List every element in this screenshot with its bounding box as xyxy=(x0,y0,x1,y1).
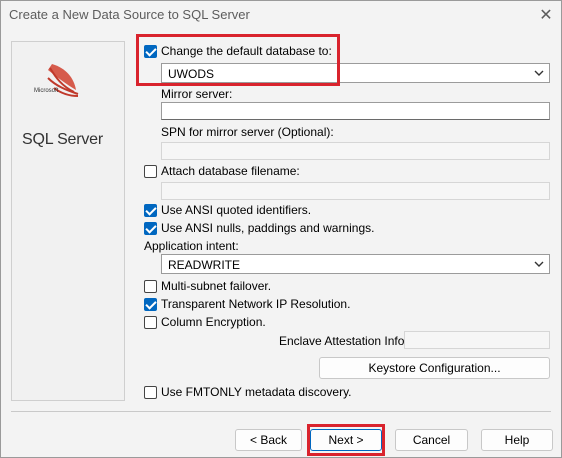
chevron-down-icon xyxy=(534,70,544,76)
cancel-button[interactable]: Cancel xyxy=(395,429,468,451)
keystore-config-button[interactable]: Keystore Configuration... xyxy=(319,357,550,379)
multi-subnet-label: Multi-subnet failover. xyxy=(161,279,272,293)
ansi-quoted-checkbox[interactable] xyxy=(144,204,157,217)
app-intent-label: Application intent: xyxy=(144,239,239,253)
highlight-next xyxy=(307,424,385,456)
app-intent-value: READWRITE xyxy=(168,258,240,272)
highlight-default-db xyxy=(136,34,340,86)
ansi-quoted-label: Use ANSI quoted identifiers. xyxy=(161,203,312,217)
enclave-input xyxy=(404,331,550,349)
title-bar: Create a New Data Source to SQL Server ✕ xyxy=(1,1,561,29)
microsoft-label: Microsoft xyxy=(34,88,59,94)
mirror-server-input[interactable] xyxy=(161,102,550,120)
tnir-checkbox[interactable] xyxy=(144,298,157,311)
attach-db-checkbox[interactable] xyxy=(144,165,157,178)
sql-server-logo-panel: Microsoft SQL Server xyxy=(11,41,125,401)
help-button[interactable]: Help xyxy=(481,429,553,451)
attach-db-label: Attach database filename: xyxy=(161,164,300,178)
enclave-label: Enclave Attestation Info: xyxy=(279,334,408,348)
mirror-server-label: Mirror server: xyxy=(161,87,233,101)
window-title: Create a New Data Source to SQL Server xyxy=(9,7,250,22)
spn-mirror-input xyxy=(161,142,550,160)
fmtonly-checkbox[interactable] xyxy=(144,386,157,399)
attach-db-input xyxy=(161,182,550,200)
column-encryption-label: Column Encryption. xyxy=(161,315,266,329)
spn-mirror-label: SPN for mirror server (Optional): xyxy=(161,125,334,139)
divider xyxy=(11,411,551,412)
ansi-nulls-checkbox[interactable] xyxy=(144,222,157,235)
multi-subnet-checkbox[interactable] xyxy=(144,280,157,293)
close-button[interactable]: ✕ xyxy=(533,3,559,27)
sql-server-label: SQL Server xyxy=(22,131,103,148)
column-encryption-checkbox[interactable] xyxy=(144,316,157,329)
tnir-label: Transparent Network IP Resolution. xyxy=(161,297,351,311)
back-button[interactable]: < Back xyxy=(235,429,302,451)
app-intent-combo[interactable]: READWRITE xyxy=(161,254,550,274)
close-icon: ✕ xyxy=(539,7,553,24)
chevron-down-icon xyxy=(534,261,544,267)
ansi-nulls-label: Use ANSI nulls, paddings and warnings. xyxy=(161,221,375,235)
odbc-dialog-window: Create a New Data Source to SQL Server ✕… xyxy=(0,0,562,458)
fmtonly-label: Use FMTONLY metadata discovery. xyxy=(161,385,352,399)
